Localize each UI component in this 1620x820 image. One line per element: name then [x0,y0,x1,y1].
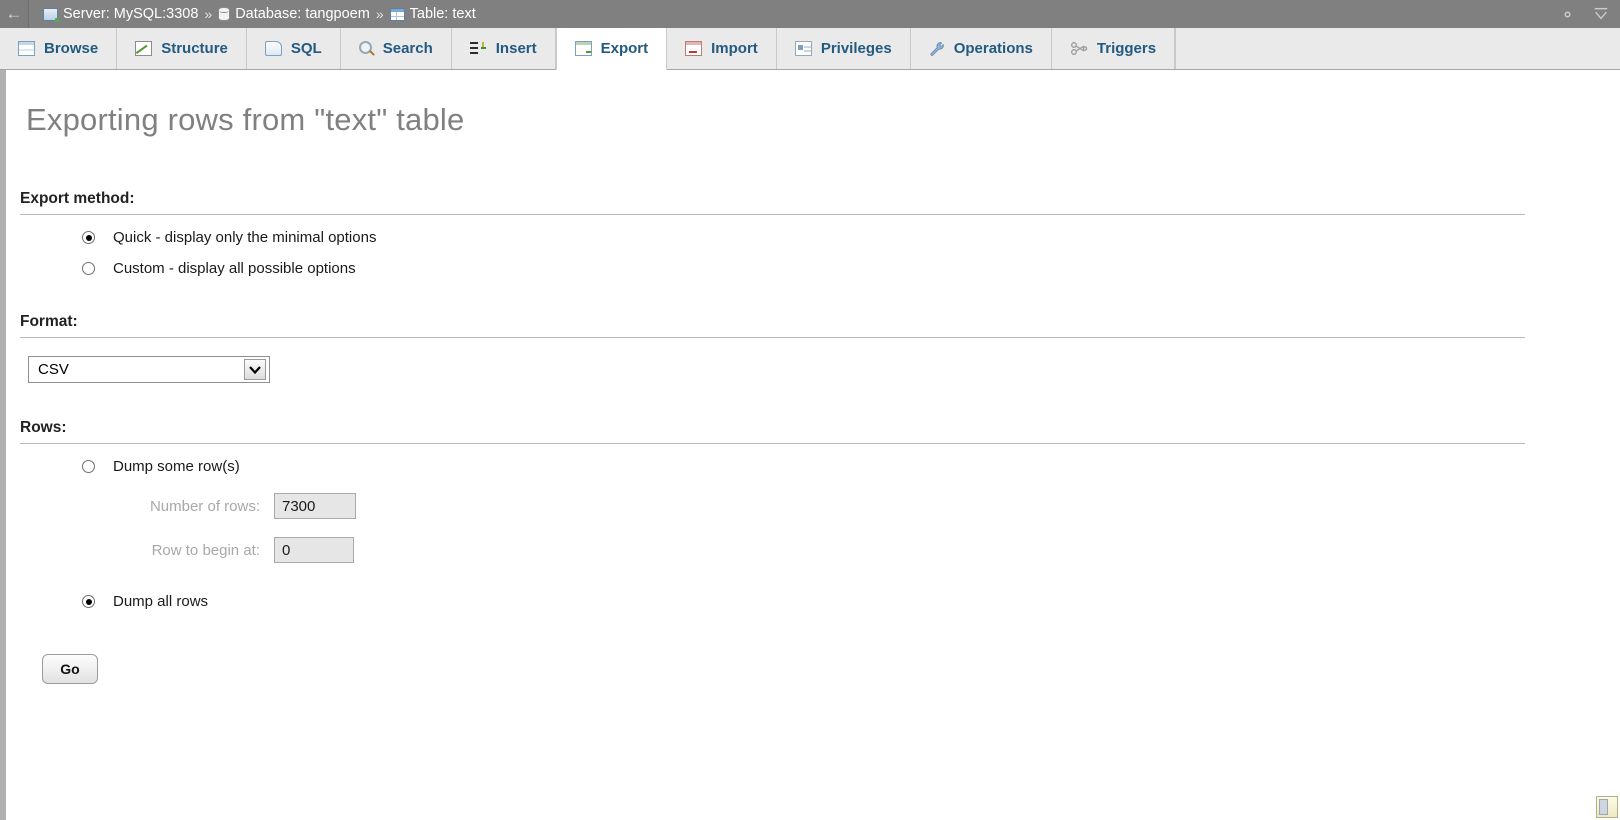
format-select[interactable]: CSV [28,356,270,383]
corner-badge-icon [1596,796,1618,818]
tab-operations-label: Operations [953,40,1033,57]
breadcrumb-database-label: Database: tangpoem [235,6,370,22]
page-title: Exporting rows from "text" table [26,102,465,137]
chevron-down-icon [244,359,266,380]
row-begin-row: Row to begin at: 0 [82,537,1620,563]
breadcrumb-separator-2: » [375,6,384,22]
radio-dump-some-label: Dump some row(s) [113,458,240,475]
radio-dump-some[interactable] [82,460,95,473]
settings-button[interactable] [1559,6,1576,23]
database-icon [218,7,231,21]
tab-insert-label: Insert [495,40,537,57]
rows-option-dump-some[interactable]: Dump some row(s) [82,458,1620,475]
tab-sql[interactable]: SQL [246,28,341,69]
format-heading: Format: [20,313,78,330]
rows-section: Rows: Dump some row(s) Number of rows: 7… [6,419,1620,610]
row-begin-input[interactable]: 0 [274,537,354,563]
topbar-actions [1559,0,1610,28]
number-of-rows-row: Number of rows: 7300 [82,493,1620,519]
tab-export[interactable]: Export [555,28,668,70]
tab-structure-label: Structure [161,40,228,57]
tab-export-label: Export [600,40,649,57]
tab-insert[interactable]: Insert [451,28,556,69]
tab-search-label: Search [382,40,433,57]
breadcrumb-item-table[interactable]: Table: text [389,6,476,22]
search-icon [358,41,374,56]
tab-privileges-label: Privileges [820,40,892,57]
rows-option-dump-all[interactable]: Dump all rows [82,593,1620,610]
tab-search[interactable]: Search [340,28,452,69]
monitor-icon [43,7,59,22]
export-method-option-quick[interactable]: Quick - display only the minimal options [82,229,1620,246]
table-icon [389,7,405,21]
tab-browse-label: Browse [44,40,99,57]
breadcrumb: Server: MySQL:3308 » Database: tangpoem … [29,6,476,22]
breadcrumb-bar: ← Server: MySQL:3308 » Database: tangpoe… [0,0,1620,28]
breadcrumb-server-label: Server: MySQL:3308 [63,6,199,22]
number-of-rows-input[interactable]: 7300 [274,493,356,519]
tab-structure[interactable]: Structure [117,28,247,69]
breadcrumb-item-server[interactable]: Server: MySQL:3308 [43,6,198,22]
insert-icon [469,41,487,56]
format-select-value: CSV [38,361,69,378]
export-method-option-custom[interactable]: Custom - display all possible options [82,260,1620,277]
main-tab-bar: Browse Structure SQL Search Insert Expor… [0,28,1620,70]
gear-icon [1564,10,1571,18]
wrench-icon [929,41,945,57]
radio-custom-label: Custom - display all possible options [113,260,356,277]
export-method-section: Export method: Quick - display only the … [6,190,1620,277]
sql-icon [264,41,282,56]
rows-heading: Rows: [20,419,67,436]
structure-icon [135,41,153,56]
tab-privileges[interactable]: Privileges [776,28,911,69]
tab-triggers-label: Triggers [1096,40,1157,57]
breadcrumb-separator-1: » [204,6,213,22]
radio-dump-all-label: Dump all rows [113,593,209,610]
triggers-icon [1070,41,1088,56]
row-begin-label: Row to begin at: [151,541,260,559]
export-method-heading: Export method: [20,190,135,207]
collapse-up-icon [1594,7,1608,20]
radio-dump-all[interactable] [82,595,95,608]
tab-bar-filler [1175,28,1620,69]
tab-import[interactable]: Import [667,28,777,69]
export-icon [574,41,592,56]
format-section: Format: CSV [6,313,1620,383]
tab-browse[interactable]: Browse [0,28,118,69]
breadcrumb-table-label: Table: text [409,6,476,22]
import-icon [685,41,703,56]
number-of-rows-label: Number of rows: [149,497,260,515]
tab-import-label: Import [711,40,758,57]
browse-icon [18,41,35,56]
rows-rule [20,443,1525,444]
page-content: Exporting rows from "text" table Export … [0,70,1620,820]
go-button[interactable]: Go [42,654,98,684]
radio-custom[interactable] [82,262,95,275]
breadcrumb-item-database[interactable]: Database: tangpoem [218,6,370,22]
radio-quick[interactable] [82,231,95,244]
tab-operations[interactable]: Operations [910,28,1052,69]
radio-quick-label: Quick - display only the minimal options [113,229,377,246]
collapse-button[interactable] [1592,6,1610,22]
tab-triggers[interactable]: Triggers [1051,28,1176,69]
back-button[interactable]: ← [0,0,29,28]
tab-sql-label: SQL [290,40,322,57]
back-arrow-icon: ← [5,4,23,23]
privileges-icon [794,41,812,56]
format-rule [20,337,1525,338]
export-method-rule [20,214,1525,215]
